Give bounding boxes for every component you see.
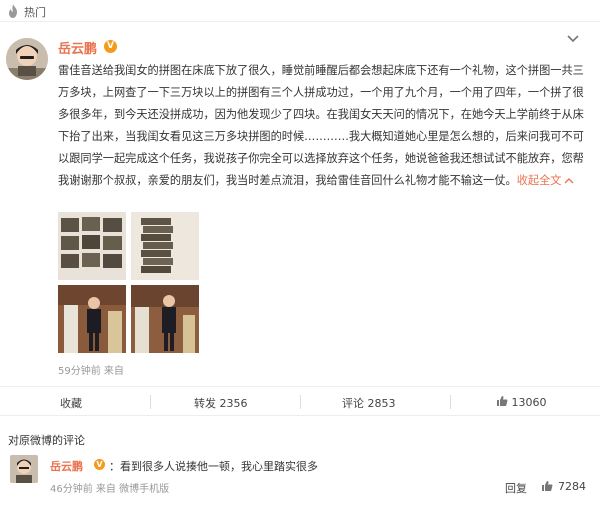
- reply-button[interactable]: 回复: [505, 480, 527, 496]
- chevron-up-icon: [564, 178, 574, 184]
- post-text: 雷佳音送给我闺女的拼图在床底下放了很久，睡觉前睡醒后都会想起床底下还有一个礼物，…: [58, 60, 588, 192]
- thumbs-up-icon: [542, 481, 553, 491]
- comment-user-name[interactable]: 岳云鹏: [50, 458, 83, 474]
- post-body: 雷佳音送给我闺女的拼图在床底下放了很久，睡觉前睡醒后都会想起床底下还有一个礼物，…: [58, 64, 584, 187]
- hot-label: 热门: [24, 6, 46, 19]
- fire-icon: [9, 4, 17, 18]
- comment-like-button[interactable]: 7284: [541, 478, 593, 494]
- avatar[interactable]: [6, 38, 48, 80]
- collapse-label: 收起全文: [516, 174, 562, 187]
- comment-separator: ：: [109, 460, 120, 473]
- action-divider: [150, 395, 151, 409]
- comment-text: ：看到很多人说揍他一顿，我心里踏实很多: [109, 458, 318, 474]
- photo-image: [58, 285, 126, 353]
- comment-meta: 46分钟前 来自 微博手机版: [50, 484, 170, 495]
- photo-image: [58, 212, 126, 280]
- post-photo-puzzle-stack[interactable]: [131, 212, 199, 280]
- comment-button[interactable]: 评论 2853: [342, 395, 396, 411]
- comment-like-count: 7284: [558, 480, 586, 493]
- like-button[interactable]: 13060: [496, 395, 547, 409]
- verified-badge-icon: V: [94, 459, 105, 470]
- action-bar: 收藏 转发 2356 评论 2853 13060: [0, 386, 600, 416]
- avatar-image: [6, 38, 48, 80]
- action-divider: [450, 395, 451, 409]
- comment-avatar[interactable]: [10, 455, 38, 483]
- post-photo-child-standing[interactable]: [131, 285, 199, 353]
- comments-section-title: 对原微博的评论: [8, 434, 85, 447]
- repost-button[interactable]: 转发 2356: [194, 395, 248, 411]
- post-photo-puzzle-pieces[interactable]: [58, 212, 126, 280]
- verified-badge-icon: V: [104, 40, 117, 53]
- comment-body: 看到很多人说揍他一顿，我心里踏实很多: [120, 460, 318, 473]
- post-time-source: 59分钟前 来自: [58, 366, 124, 377]
- chevron-down-icon[interactable]: [566, 34, 580, 44]
- photo-image: [131, 212, 199, 280]
- collapse-link[interactable]: 收起全文: [517, 174, 575, 187]
- hot-header: 热门: [0, 0, 600, 22]
- post-photo-child-with-box[interactable]: [58, 285, 126, 353]
- photo-image: [131, 285, 199, 353]
- action-divider: [300, 395, 301, 409]
- favorite-button[interactable]: 收藏: [60, 395, 82, 411]
- post-user-name[interactable]: 岳云鹏: [58, 38, 97, 57]
- avatar-image: [10, 455, 38, 483]
- like-count: 13060: [511, 396, 547, 409]
- thumbs-up-icon: [497, 396, 508, 406]
